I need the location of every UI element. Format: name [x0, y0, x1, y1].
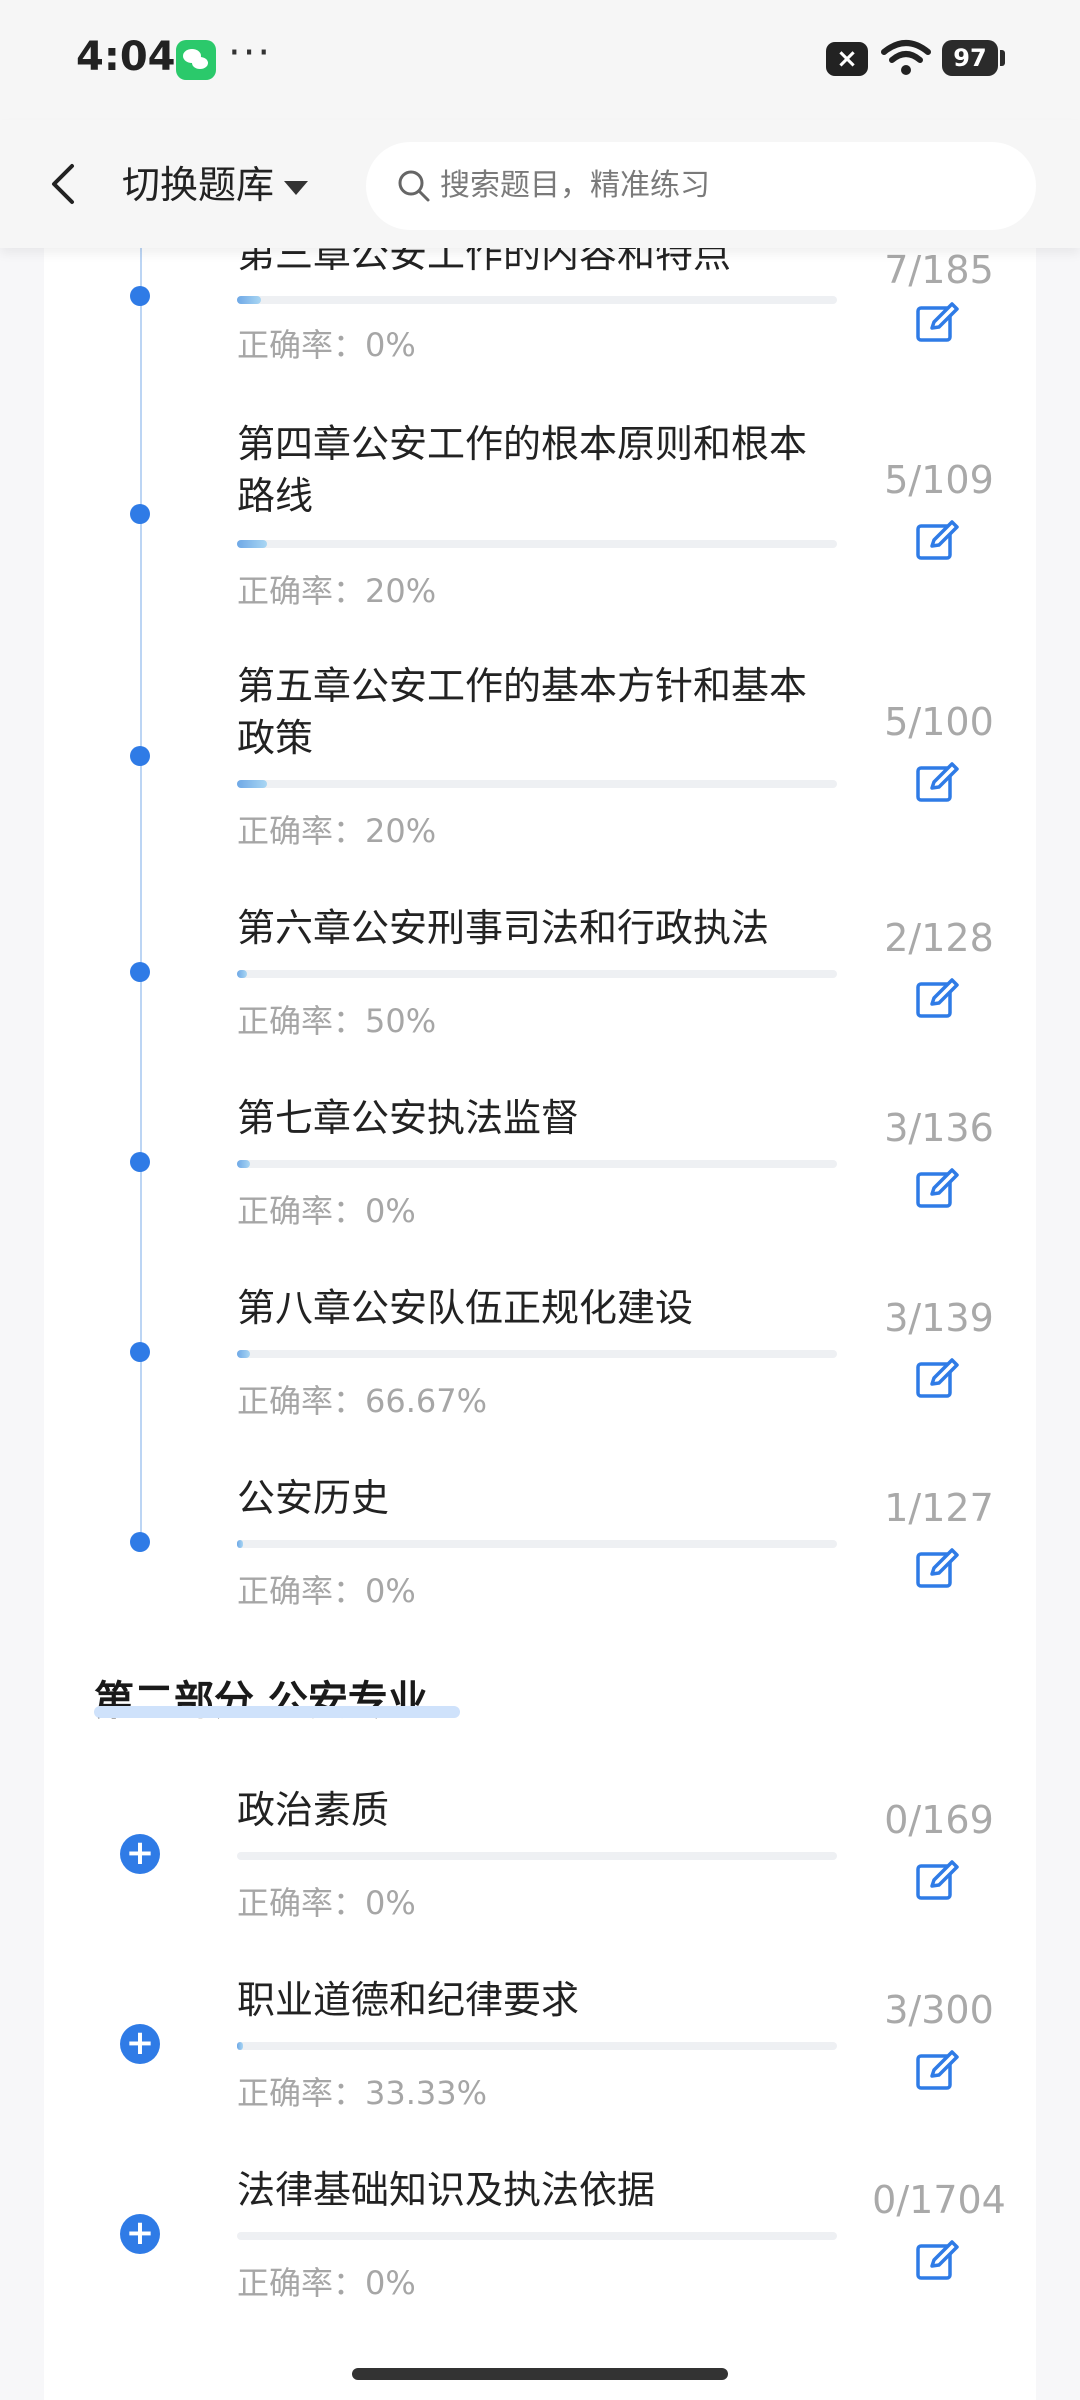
home-indicator[interactable] — [352, 2368, 728, 2380]
wechat-icon — [176, 40, 216, 80]
edit-practice-icon[interactable] — [914, 1546, 960, 1592]
chapter-title[interactable]: 第七章公安执法监督 — [237, 1092, 837, 1144]
progress-bar-fill — [237, 1160, 251, 1168]
accuracy-rate: 正确率：0% — [237, 1192, 416, 1230]
chapter-title[interactable]: 第六章公安刑事司法和行政执法 — [237, 902, 837, 954]
timeline-dot — [130, 1342, 150, 1362]
edit-practice-icon[interactable] — [914, 1356, 960, 1402]
progress-bar — [237, 970, 837, 978]
progress-bar-fill — [237, 970, 247, 978]
question-count: 7/185 — [884, 248, 994, 292]
accuracy-rate: 正确率：66.67% — [237, 1382, 488, 1420]
chapter-title[interactable]: 职业道德和纪律要求 — [237, 1974, 837, 2026]
question-count: 0/1704 — [872, 2178, 1006, 2222]
timeline-dot — [130, 286, 150, 306]
expand-plus-icon[interactable]: + — [120, 2214, 160, 2254]
progress-bar — [237, 1350, 837, 1358]
accuracy-rate: 正确率：33.33% — [237, 2074, 488, 2112]
progress-bar — [237, 2042, 837, 2050]
battery-icon: 97 — [942, 40, 998, 76]
question-count: 3/139 — [884, 1296, 994, 1340]
switch-question-bank-button[interactable]: 切换题库 — [122, 158, 309, 212]
battery-tip — [1000, 50, 1005, 66]
question-count: 3/136 — [884, 1106, 994, 1150]
edit-practice-icon[interactable] — [914, 518, 960, 564]
caret-down-icon — [284, 180, 309, 195]
top-bar: 切换题库 搜索题目，精准练习 — [0, 120, 1080, 248]
accuracy-rate: 正确率：0% — [237, 2264, 416, 2302]
progress-bar — [237, 1540, 837, 1548]
question-count: 0/169 — [884, 1798, 994, 1842]
search-placeholder: 搜索题目，精准练习 — [440, 168, 710, 203]
back-arrow-icon[interactable] — [44, 160, 84, 208]
edit-practice-icon[interactable] — [914, 2238, 960, 2284]
edit-practice-icon[interactable] — [914, 976, 960, 1022]
status-bar: 4:04 ··· × 97 — [0, 0, 1080, 120]
edit-practice-icon[interactable] — [914, 1166, 960, 1212]
wifi-icon — [881, 40, 931, 75]
switch-question-bank-label: 切换题库 — [122, 163, 275, 207]
progress-bar — [237, 1160, 837, 1168]
timeline-dot — [130, 746, 150, 766]
status-time: 4:04 — [76, 34, 176, 80]
question-count: 1/127 — [884, 1486, 994, 1530]
accuracy-rate: 正确率：0% — [237, 326, 416, 364]
chapter-title[interactable]: 法律基础知识及执法依据 — [237, 2164, 837, 2216]
progress-bar-fill — [237, 2042, 243, 2050]
no-sim-icon: × — [826, 42, 868, 76]
progress-bar-fill — [237, 1540, 243, 1548]
question-count: 5/109 — [884, 458, 994, 502]
chapter-title[interactable]: 第四章公安工作的根本原则和根本路线 — [237, 418, 837, 522]
accuracy-rate: 正确率：20% — [237, 812, 437, 850]
accuracy-rate: 正确率：0% — [237, 1572, 416, 1610]
search-icon — [398, 170, 430, 202]
accuracy-rate: 正确率：50% — [237, 1002, 437, 1040]
expand-plus-icon[interactable]: + — [120, 2024, 160, 2064]
accuracy-rate: 正确率：0% — [237, 1884, 416, 1922]
timeline-dot — [130, 504, 150, 524]
question-count: 2/128 — [884, 916, 994, 960]
progress-bar-fill — [237, 296, 261, 304]
section-title-underline — [94, 1706, 460, 1718]
chapter-title[interactable]: 第八章公安队伍正规化建设 — [237, 1282, 837, 1334]
search-input[interactable]: 搜索题目，精准练习 — [366, 142, 1036, 230]
chapter-title[interactable]: 公安历史 — [237, 1472, 837, 1524]
edit-practice-icon[interactable] — [914, 1858, 960, 1904]
accuracy-rate: 正确率：20% — [237, 572, 437, 610]
timeline-dot — [130, 1532, 150, 1552]
progress-bar — [237, 1852, 837, 1860]
progress-bar — [237, 780, 837, 788]
expand-plus-icon[interactable]: + — [120, 1834, 160, 1874]
edit-practice-icon[interactable] — [914, 2048, 960, 2094]
chapter-title[interactable]: 政治素质 — [237, 1784, 837, 1836]
edit-practice-icon[interactable] — [914, 300, 960, 346]
more-notifications-icon: ··· — [228, 30, 273, 76]
progress-bar — [237, 540, 837, 548]
timeline-dot — [130, 962, 150, 982]
progress-bar — [237, 2232, 837, 2240]
progress-bar-fill — [237, 780, 267, 788]
timeline-dot — [130, 1152, 150, 1172]
progress-bar-fill — [237, 540, 267, 548]
question-count: 3/300 — [884, 1988, 994, 2032]
question-count: 5/100 — [884, 700, 994, 744]
edit-practice-icon[interactable] — [914, 760, 960, 806]
progress-bar-fill — [237, 1350, 251, 1358]
chapter-list: 第二部分 公安专业 第三章公安工作的内容和特点 正确率：0% 7/185 第四章公安工… — [44, 232, 1036, 2400]
chapter-title[interactable]: 第五章公安工作的基本方针和基本政策 — [237, 660, 837, 764]
progress-bar — [237, 296, 837, 304]
